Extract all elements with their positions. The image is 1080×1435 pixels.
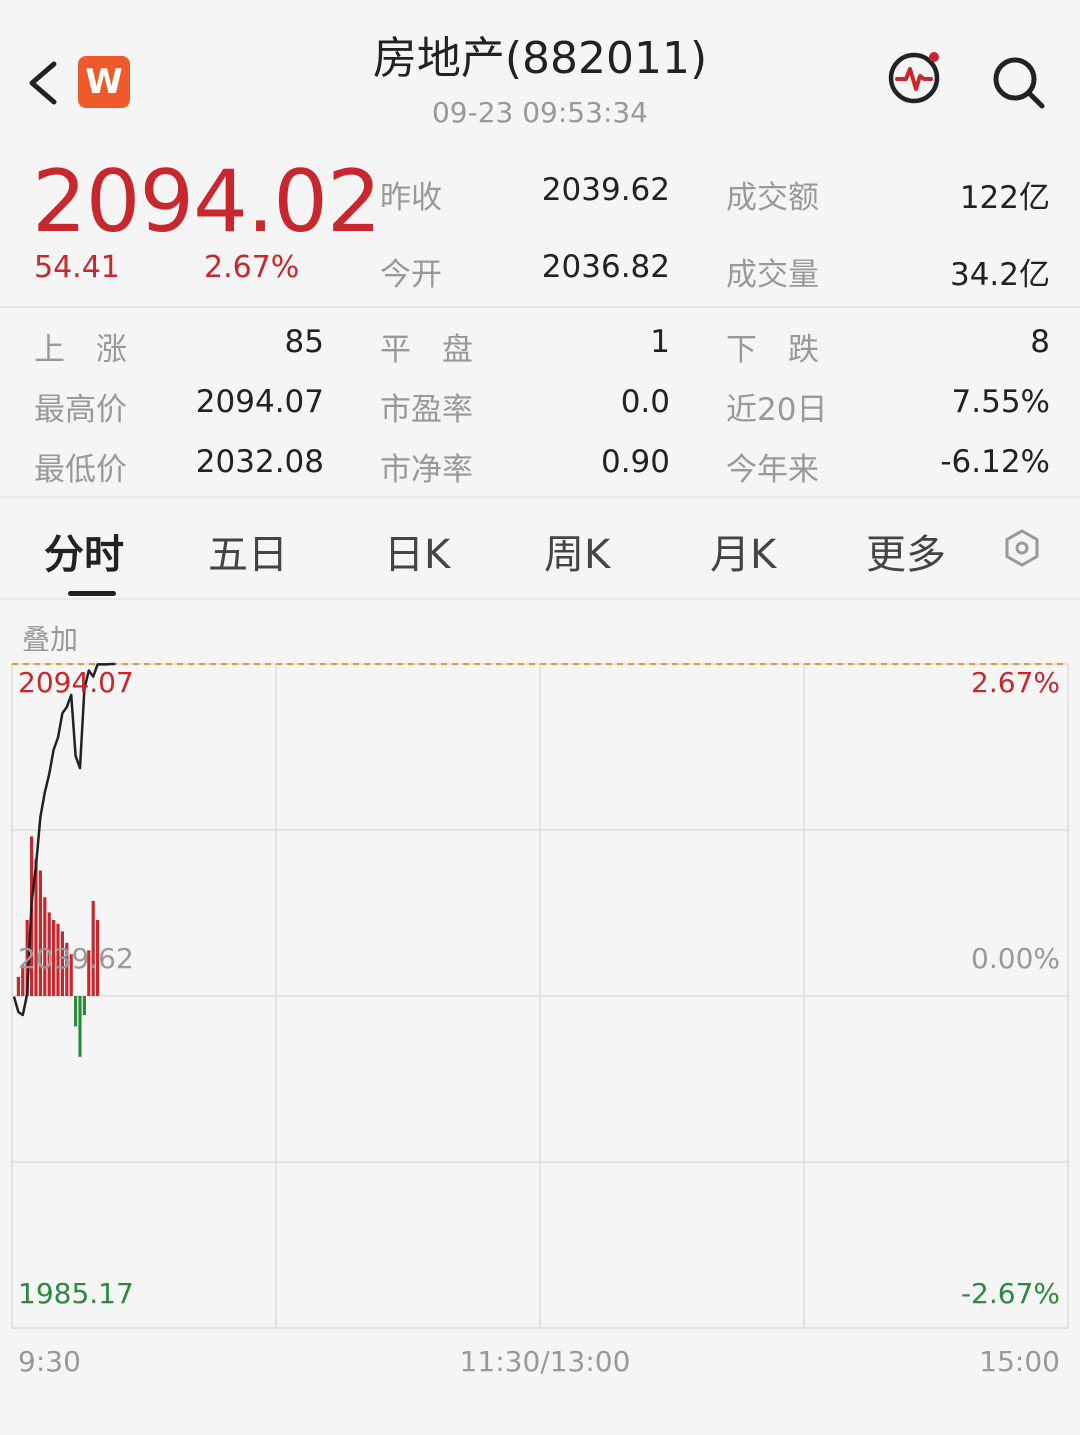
pb-label: 市净率 bbox=[380, 452, 473, 488]
search-icon[interactable] bbox=[990, 54, 1048, 112]
tab-monthly-k[interactable]: 月K bbox=[710, 522, 776, 580]
x-end-label: 15:00 bbox=[979, 1345, 1060, 1378]
header: W 房地产(882011) 09-23 09:53:34 bbox=[0, 0, 1080, 150]
settings-hex-icon[interactable] bbox=[1002, 528, 1042, 568]
pct-min-label: -2.67% bbox=[960, 1277, 1060, 1310]
pct-mid-label: 0.00% bbox=[971, 942, 1060, 975]
up-count-label: 上 涨 bbox=[34, 332, 127, 368]
d20-label: 近20日 bbox=[726, 392, 828, 428]
tab-intraday[interactable]: 分时 bbox=[44, 522, 124, 580]
divider bbox=[0, 306, 1080, 308]
tab-five-day[interactable]: 五日 bbox=[208, 522, 288, 580]
pe-value: 0.0 bbox=[620, 384, 670, 420]
volume-bar-up bbox=[16, 977, 20, 996]
down-count-value: 8 bbox=[1030, 324, 1050, 360]
volume-bar-up bbox=[38, 870, 42, 996]
flat-count-value: 1 bbox=[650, 324, 670, 360]
high-label: 最高价 bbox=[34, 392, 127, 428]
x-mid-label: 11:30/13:00 bbox=[459, 1345, 631, 1378]
open-value: 2036.82 bbox=[541, 249, 670, 285]
intraday-chart[interactable] bbox=[0, 650, 1080, 1350]
flat-count-label: 平 盘 bbox=[380, 332, 473, 368]
volume-label: 成交量 bbox=[726, 257, 819, 293]
up-count-value: 85 bbox=[284, 324, 324, 360]
prev-close-label: 昨收 bbox=[380, 180, 442, 216]
y-mid-label: 2039.62 bbox=[18, 942, 134, 975]
ytd-label: 今年来 bbox=[726, 452, 819, 488]
divider bbox=[0, 496, 1080, 498]
volume-bar-down bbox=[82, 996, 86, 1015]
tab-daily-k[interactable]: 日K bbox=[384, 522, 450, 580]
pb-value: 0.90 bbox=[600, 444, 670, 480]
high-value: 2094.07 bbox=[195, 384, 324, 420]
open-label: 今开 bbox=[380, 257, 442, 293]
d20-value: 7.55% bbox=[951, 384, 1050, 420]
tab-more[interactable]: 更多 bbox=[866, 522, 946, 580]
tab-weekly-k[interactable]: 周K bbox=[544, 522, 610, 580]
price-change: 54.41 bbox=[34, 250, 120, 285]
current-price: 2094.02 bbox=[32, 152, 382, 252]
ytd-value: -6.12% bbox=[940, 444, 1050, 480]
x-start-label: 9:30 bbox=[18, 1345, 81, 1378]
y-max-label: 2094.07 bbox=[18, 666, 134, 699]
turnover-label: 成交额 bbox=[726, 180, 819, 216]
y-min-label: 1985.17 bbox=[18, 1277, 134, 1310]
down-count-label: 下 跌 bbox=[726, 332, 819, 368]
volume-value: 34.2亿 bbox=[949, 257, 1050, 293]
pulse-icon[interactable] bbox=[886, 50, 946, 106]
pe-label: 市盈率 bbox=[380, 392, 473, 428]
volume-bar-down bbox=[74, 996, 78, 1027]
low-label: 最低价 bbox=[34, 452, 127, 488]
pct-max-label: 2.67% bbox=[971, 666, 1060, 699]
volume-bar-down bbox=[78, 996, 82, 1057]
prev-close-value: 2039.62 bbox=[541, 172, 670, 208]
price-change-pct: 2.67% bbox=[204, 250, 300, 285]
turnover-value: 122亿 bbox=[959, 180, 1050, 216]
tab-active-indicator bbox=[68, 591, 116, 596]
low-value: 2032.08 bbox=[195, 444, 324, 480]
divider bbox=[0, 598, 1080, 600]
